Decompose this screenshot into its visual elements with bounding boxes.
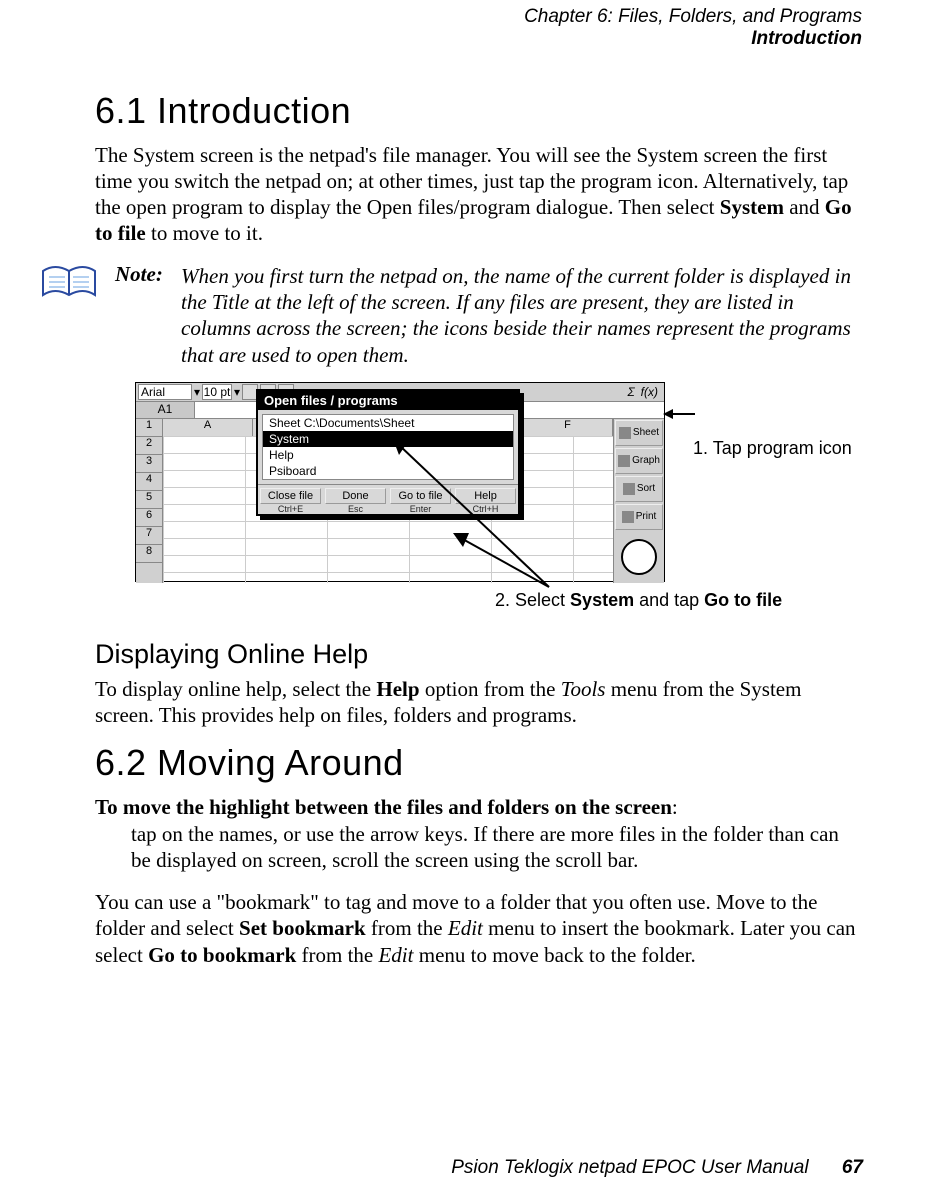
print-icon (622, 511, 634, 523)
book-title: Psion Teklogix netpad EPOC User Manual (451, 1157, 808, 1178)
dialog-title: Open files / programs (258, 391, 518, 410)
column-header[interactable]: F (523, 419, 613, 436)
figure-open-files-dialog: Arial ▾ 10 pt ▾ Σ f(x) A1 1 2 3 4 (135, 382, 856, 582)
sidebar-sort-button[interactable]: Sort (615, 476, 663, 502)
page-footer: Psion Teklogix netpad EPOC User Manual 6… (0, 1157, 931, 1179)
heading-6-2: 6.2 Moving Around (95, 742, 856, 784)
bookmark-paragraph: You can use a "bookmark" to tag and move… (95, 889, 856, 968)
list-item[interactable]: Psiboard (263, 463, 513, 479)
row-header[interactable]: 2 (136, 437, 162, 455)
online-help-paragraph: To display online help, select the Help … (95, 676, 856, 729)
page-number: 67 (842, 1157, 863, 1178)
shortcut-label: Esc (323, 504, 388, 514)
sidebar-sheet-button[interactable]: Sheet (615, 420, 663, 446)
row-headers: 1 2 3 4 5 6 7 8 (136, 419, 163, 583)
list-item-selected[interactable]: System (263, 431, 513, 447)
close-file-button[interactable]: Close file (260, 488, 321, 504)
running-header: Chapter 6: Files, Folders, and Programs … (95, 6, 862, 50)
note-label: Note: (115, 262, 163, 286)
font-name-combo[interactable]: Arial (138, 384, 192, 400)
done-button[interactable]: Done (325, 488, 386, 504)
shortcut-label: Enter (388, 504, 453, 514)
shortcut-label: Ctrl+H (453, 504, 518, 514)
callout-select-system: 2. Select System and tap Go to file (495, 590, 856, 611)
sidebar-graph-button[interactable]: Graph (615, 448, 663, 474)
intro-paragraph: The System screen is the netpad's file m… (95, 142, 856, 247)
moving-list-item: tap on the names, or use the arrow keys.… (131, 821, 856, 874)
running-header-section: Introduction (95, 28, 862, 50)
note-block: Note: When you first turn the netpad on,… (41, 261, 856, 368)
sidebar-print-button[interactable]: Print (615, 504, 663, 530)
dialog-list: Sheet C:\Documents\Sheet System Help Psi… (262, 414, 514, 480)
fx-icon[interactable]: f(x) (641, 385, 658, 399)
row-header[interactable]: 1 (136, 419, 162, 437)
help-button[interactable]: Help (455, 488, 516, 504)
dialog-button-row: Close fileCtrl+E DoneEsc Go to fileEnter… (258, 484, 518, 514)
row-header[interactable]: 7 (136, 527, 162, 545)
sheet-icon (619, 427, 631, 439)
column-header[interactable]: A (163, 419, 253, 436)
arrow-icon (663, 408, 695, 420)
open-book-icon (41, 261, 97, 301)
running-header-chapter: Chapter 6: Files, Folders, and Programs (95, 6, 862, 28)
heading-6-1: 6.1 Introduction (95, 90, 856, 132)
callout-tap-program-icon: 1. Tap program icon (693, 438, 852, 459)
list-item[interactable]: Sheet C:\Documents\Sheet (263, 415, 513, 431)
note-text: Note: When you first turn the netpad on,… (115, 261, 856, 368)
program-sidebar: Sheet Graph Sort Print (613, 419, 664, 583)
font-size-combo[interactable]: 10 pt (202, 384, 232, 400)
sigma-icon[interactable]: Σ (627, 385, 634, 399)
note-body: When you first turn the netpad on, the n… (181, 263, 856, 368)
sort-icon (623, 483, 635, 495)
row-header[interactable]: 4 (136, 473, 162, 491)
embedded-screenshot: Arial ▾ 10 pt ▾ Σ f(x) A1 1 2 3 4 (135, 382, 665, 582)
graph-icon (618, 455, 630, 467)
row-header[interactable]: 3 (136, 455, 162, 473)
clock-icon (614, 531, 664, 583)
shortcut-label: Ctrl+E (258, 504, 323, 514)
subheading-online-help: Displaying Online Help (95, 639, 856, 670)
row-header[interactable]: 8 (136, 545, 162, 563)
open-files-dialog: Open files / programs Sheet C:\Documents… (256, 389, 520, 516)
go-to-file-button[interactable]: Go to file (390, 488, 451, 504)
cell-reference[interactable]: A1 (136, 402, 195, 418)
row-header[interactable]: 6 (136, 509, 162, 527)
moving-lead: To move the highlight between the files … (95, 794, 856, 820)
row-header[interactable]: 5 (136, 491, 162, 509)
list-item[interactable]: Help (263, 447, 513, 463)
